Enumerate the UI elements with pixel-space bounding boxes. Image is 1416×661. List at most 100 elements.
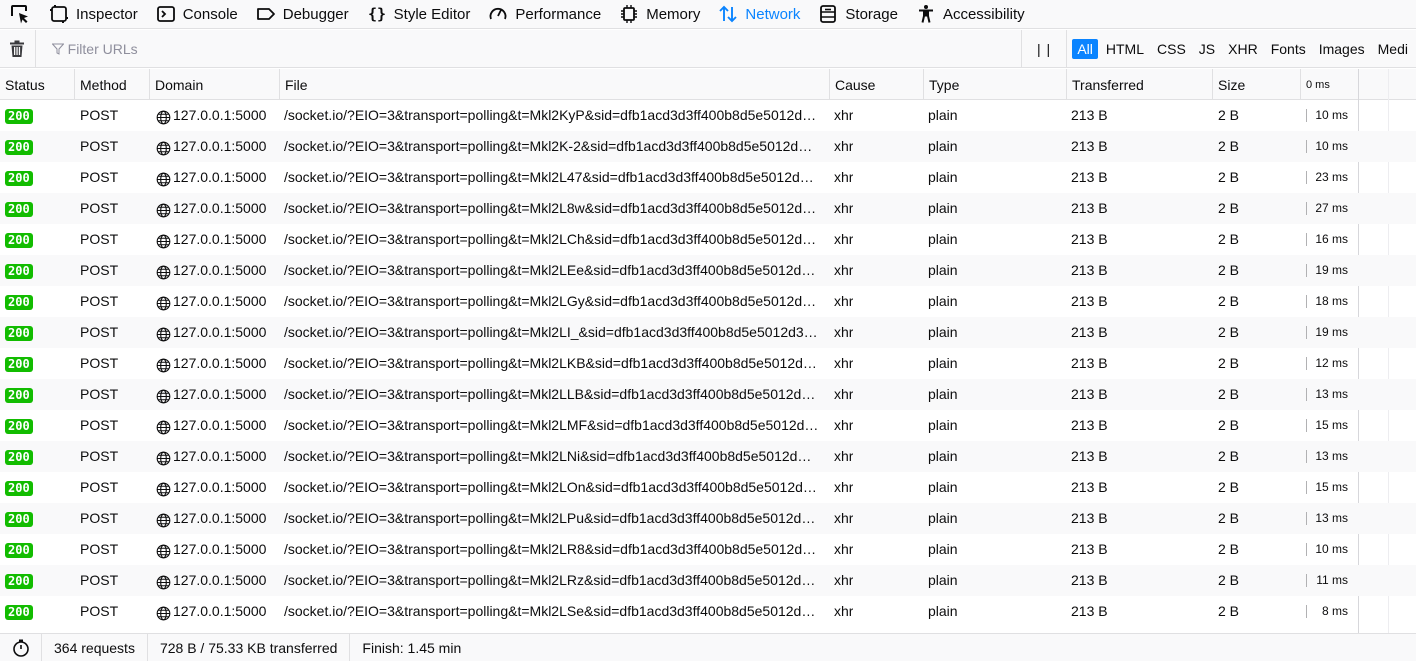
element-picker-button[interactable] [0, 0, 40, 29]
cell-cause: xhr [834, 262, 854, 278]
transferred-summary: 728 B / 75.33 KB transferred [148, 633, 351, 661]
filter-chip-xhr[interactable]: XHR [1223, 39, 1263, 59]
column-header-type[interactable]: Type [923, 69, 1066, 100]
globe-icon [156, 539, 171, 559]
request-row[interactable]: 200 127.0.0.1:5000/socket.io/?EIO=3&trans… [0, 317, 1416, 348]
cell-method: POST [80, 572, 119, 588]
column-header-method[interactable]: Method [74, 69, 149, 100]
column-header-domain[interactable]: Domain [149, 69, 279, 100]
filter-chip-images[interactable]: Images [1314, 39, 1370, 59]
globe-icon [156, 477, 171, 497]
domain-text: 127.0.0.1:5000 [173, 479, 267, 495]
tab-label: Accessibility [942, 5, 1025, 23]
cell-domain: 127.0.0.1:5000 [156, 441, 276, 472]
tab-inspector[interactable]: Inspector [40, 0, 147, 29]
cell-size: 2 B [1218, 262, 1240, 278]
cell-cause: xhr [834, 448, 854, 464]
cell-domain: 127.0.0.1:5000 [156, 596, 276, 627]
tab-network[interactable]: Network [709, 0, 809, 29]
request-row[interactable]: 200 127.0.0.1:5000/socket.io/?EIO=3&trans… [0, 503, 1416, 534]
tab-memory[interactable]: Memory [610, 0, 709, 29]
status-badge: 200 [5, 140, 33, 155]
cell-cause: xhr [834, 324, 854, 340]
globe-icon [156, 508, 171, 528]
cell-timing: 10 ms [1315, 108, 1348, 122]
tab-storage[interactable]: Storage [809, 0, 907, 29]
cell-size: 2 B [1218, 510, 1240, 526]
request-row[interactable]: 200 127.0.0.1:5000/socket.io/?EIO=3&trans… [0, 100, 1416, 131]
request-row[interactable]: 200 127.0.0.1:5000/socket.io/?EIO=3&trans… [0, 224, 1416, 255]
domain-text: 127.0.0.1:5000 [173, 293, 267, 309]
cell-timing: 10 ms [1315, 139, 1348, 153]
pause-icon: | | [1036, 40, 1052, 57]
request-row[interactable]: 200 127.0.0.1:5000/socket.io/?EIO=3&trans… [0, 162, 1416, 193]
request-row[interactable]: 200 127.0.0.1:5000/socket.io/?EIO=3&trans… [0, 131, 1416, 162]
filter-urls-box[interactable] [36, 29, 1022, 68]
network-status-bar: 364 requests 728 B / 75.33 KB transferre… [0, 633, 1416, 661]
column-header-cause[interactable]: Cause [829, 69, 923, 100]
request-row[interactable]: 200 127.0.0.1:5000/socket.io/?EIO=3&trans… [0, 379, 1416, 410]
request-row[interactable]: 200 127.0.0.1:5000/socket.io/?EIO=3&trans… [0, 286, 1416, 317]
cell-transferred: 213 B [1071, 138, 1108, 154]
cell-type: plain [928, 510, 958, 526]
cell-type: plain [928, 293, 958, 309]
cell-method: POST [80, 355, 119, 371]
column-header-file[interactable]: File [279, 69, 829, 100]
performance-analysis-button[interactable] [0, 633, 42, 661]
pause-button[interactable]: | | [1022, 29, 1068, 68]
request-row[interactable]: 200 127.0.0.1:5000/socket.io/?EIO=3&trans… [0, 348, 1416, 379]
cell-method: POST [80, 386, 119, 402]
cell-size: 2 B [1218, 293, 1240, 309]
cell-status: 200 [5, 100, 33, 131]
domain-text: 127.0.0.1:5000 [173, 138, 267, 154]
cell-timing: 15 ms [1315, 418, 1348, 432]
cell-type: plain [928, 355, 958, 371]
cell-domain: 127.0.0.1:5000 [156, 410, 276, 441]
network-toolbar: | | AllHTMLCSSJSXHRFontsImagesMedi [0, 29, 1416, 68]
cell-file: /socket.io/?EIO=3&transport=polling&t=Mk… [284, 603, 816, 619]
cell-type: plain [928, 386, 958, 402]
cell-file: /socket.io/?EIO=3&transport=polling&t=Mk… [284, 386, 816, 402]
cell-file: /socket.io/?EIO=3&transport=polling&t=Mk… [284, 107, 817, 123]
tab-label: Performance [515, 5, 602, 23]
cell-domain: 127.0.0.1:5000 [156, 100, 276, 131]
cell-file: /socket.io/?EIO=3&transport=polling&t=Mk… [284, 169, 814, 185]
tab-performance[interactable]: Performance [479, 0, 610, 29]
column-header-size[interactable]: Size [1212, 69, 1300, 100]
domain-text: 127.0.0.1:5000 [173, 262, 267, 278]
tab-label: Debugger [282, 5, 349, 23]
status-badge: 200 [5, 543, 33, 558]
cell-transferred: 213 B [1071, 169, 1108, 185]
cell-method: POST [80, 169, 119, 185]
tab-console[interactable]: Console [147, 0, 247, 29]
filter-chip-js[interactable]: JS [1194, 39, 1220, 59]
tab-accessibility[interactable]: Accessibility [907, 0, 1034, 29]
filter-chip-html[interactable]: HTML [1101, 39, 1149, 59]
request-row[interactable]: 200 127.0.0.1:5000/socket.io/?EIO=3&trans… [0, 441, 1416, 472]
cell-status: 200 [5, 348, 33, 379]
request-row[interactable]: 200 127.0.0.1:5000/socket.io/?EIO=3&trans… [0, 410, 1416, 441]
request-row[interactable]: 200 127.0.0.1:5000/socket.io/?EIO=3&trans… [0, 534, 1416, 565]
cell-transferred: 213 B [1071, 417, 1108, 433]
cell-size: 2 B [1218, 572, 1240, 588]
filter-chip-medi[interactable]: Medi [1373, 39, 1413, 59]
request-row[interactable]: 200 127.0.0.1:5000/socket.io/?EIO=3&trans… [0, 565, 1416, 596]
tab-debugger[interactable]: Debugger [247, 0, 358, 29]
status-badge: 200 [5, 481, 33, 496]
request-row[interactable]: 200 127.0.0.1:5000/socket.io/?EIO=3&trans… [0, 193, 1416, 224]
filter-chip-all[interactable]: All [1072, 38, 1098, 59]
tab-style-editor[interactable]: {} Style Editor [358, 0, 480, 29]
domain-text: 127.0.0.1:5000 [173, 355, 267, 371]
debugger-icon [256, 4, 276, 24]
status-badge: 200 [5, 171, 33, 186]
column-header-transferred[interactable]: Transferred [1066, 69, 1212, 100]
filter-chip-fonts[interactable]: Fonts [1266, 39, 1311, 59]
request-row[interactable]: 200 127.0.0.1:5000/socket.io/?EIO=3&trans… [0, 596, 1416, 627]
filter-urls-input[interactable] [67, 40, 968, 57]
filter-chip-css[interactable]: CSS [1152, 39, 1191, 59]
request-row[interactable]: 200 127.0.0.1:5000/socket.io/?EIO=3&trans… [0, 472, 1416, 503]
clear-button[interactable] [0, 29, 36, 68]
cell-file: /socket.io/?EIO=3&transport=polling&t=Mk… [284, 479, 817, 495]
request-row[interactable]: 200 127.0.0.1:5000/socket.io/?EIO=3&trans… [0, 255, 1416, 286]
column-header-status[interactable]: Status [0, 69, 73, 100]
